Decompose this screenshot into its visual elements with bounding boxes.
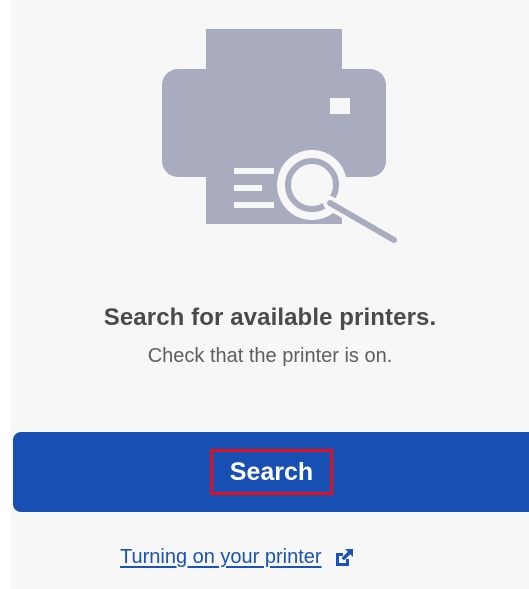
search-button[interactable]: Search [13,432,529,512]
search-label-highlight: Search [210,449,333,495]
empty-state-title: Search for available printers. [103,304,437,331]
search-button-label: Search [229,457,314,486]
external-link-icon [335,548,353,566]
empty-state-subtitle: Check that the printer is on. [147,345,393,367]
printer-search-icon [162,29,401,246]
help-link-text[interactable]: Turning on your printer [120,546,322,569]
turning-on-printer-link[interactable]: Turning on your printer [120,546,354,569]
